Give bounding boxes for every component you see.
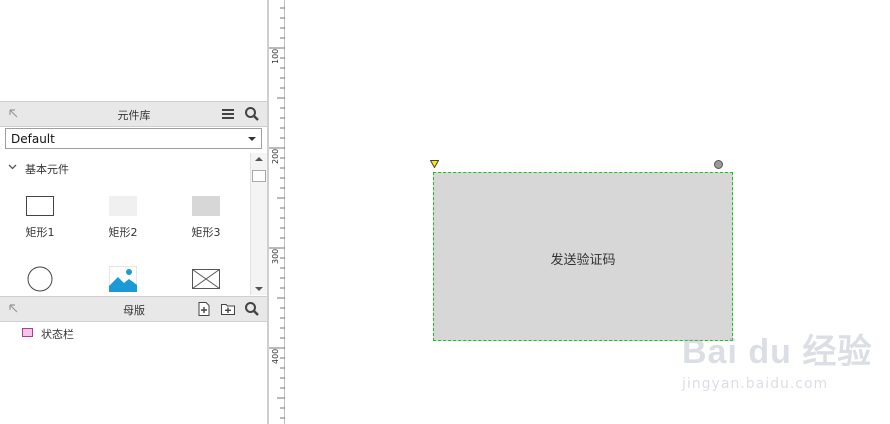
ruler-label-400: 400	[271, 349, 280, 364]
widget-rectangle-1[interactable]: 矩形1	[10, 196, 70, 252]
left-panel: 元件库 Default 基本元件 矩形1 矩形2 矩形3 母版 状态栏	[0, 0, 268, 424]
app-window: 元件库 Default 基本元件 矩形1 矩形2 矩形3 母版 状态栏 100 …	[0, 0, 890, 424]
widget-label: 矩形2	[108, 226, 138, 239]
library-select[interactable]: Default	[5, 128, 262, 149]
chevron-down-icon	[8, 164, 17, 170]
ruler-label-300: 300	[271, 249, 280, 264]
scroll-down-icon[interactable]	[255, 287, 263, 291]
selected-rectangle-shape[interactable]: 发送验证码	[433, 172, 733, 341]
scroll-up-icon[interactable]	[255, 157, 263, 161]
style-handle-icon[interactable]	[430, 160, 439, 168]
widget-library: 基本元件 矩形1 矩形2 矩形3	[0, 153, 250, 295]
group-label: 基本元件	[25, 163, 69, 176]
ruler-label-100: 100	[271, 49, 280, 64]
rectangle-light-gray-icon	[109, 196, 137, 216]
widget-placeholder[interactable]	[176, 266, 236, 295]
shape-text: 发送验证码	[550, 253, 616, 268]
ellipse-icon	[27, 266, 53, 292]
master-icon	[22, 328, 33, 337]
watermark-line1: Bai du 经验	[682, 333, 873, 371]
widget-rectangle-3[interactable]: 矩形3	[176, 196, 236, 252]
search-icon[interactable]	[244, 106, 260, 122]
widget-ellipse[interactable]	[10, 266, 70, 295]
add-folder-icon[interactable]	[220, 301, 236, 317]
widget-label: 矩形3	[191, 226, 221, 239]
widget-label: 矩形1	[25, 226, 55, 239]
library-select-value: Default	[11, 132, 55, 146]
rectangle-gray-icon	[192, 196, 220, 216]
library-panel-header: 元件库	[0, 101, 268, 127]
search-icon[interactable]	[244, 301, 260, 317]
ruler-ticks: 100 200 300 400	[269, 7, 285, 419]
add-master-icon[interactable]	[196, 301, 212, 317]
watermark-line2: jingyan.baidu.com	[682, 376, 829, 392]
menu-icon[interactable]	[220, 106, 236, 122]
baidu-watermark: Bai du 经验 jingyan.baidu.com	[682, 322, 882, 412]
interaction-handle[interactable]	[714, 160, 723, 169]
chevron-down-icon	[248, 137, 256, 141]
vertical-ruler: 100 200 300 400	[269, 0, 285, 424]
widget-rectangle-2[interactable]: 矩形2	[93, 196, 153, 252]
placeholder-icon	[192, 269, 220, 289]
ruler-label-200: 200	[271, 149, 280, 164]
library-scrollbar[interactable]	[250, 153, 267, 295]
master-item-label: 状态栏	[41, 328, 74, 341]
widget-image[interactable]	[93, 266, 153, 295]
masters-panel-header: 母版	[0, 296, 268, 322]
image-icon	[109, 266, 137, 292]
rectangle-white-icon	[26, 196, 54, 216]
scrollbar-thumb[interactable]	[252, 170, 266, 182]
